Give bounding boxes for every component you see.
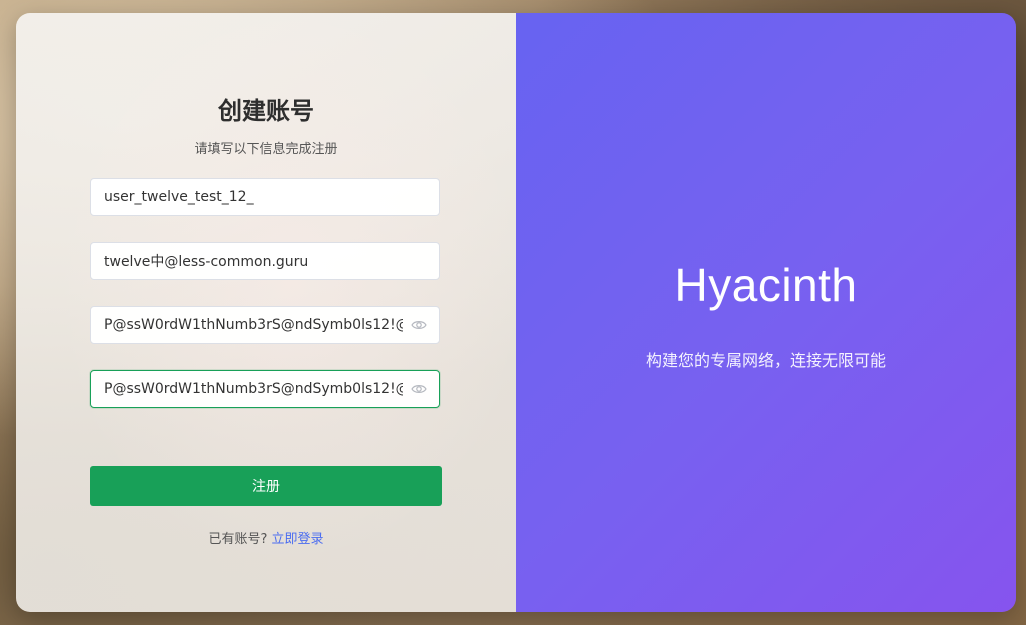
brand-name: Hyacinth — [674, 259, 858, 311]
confirm-password-field — [90, 370, 440, 408]
email-input[interactable] — [91, 243, 439, 279]
register-button[interactable]: 注册 — [90, 466, 442, 506]
password-input[interactable] — [91, 307, 439, 343]
form-subtitle: 请填写以下信息完成注册 — [194, 142, 338, 157]
register-form-panel: 创建账号 请填写以下信息完成注册 注册 已有账号? 立即登录 — [16, 13, 516, 612]
register-card: 创建账号 请填写以下信息完成注册 注册 已有账号? 立即登录 — [16, 13, 1016, 612]
login-link[interactable]: 立即登录 — [272, 532, 324, 547]
username-field — [90, 178, 440, 216]
form-title: 创建账号 — [218, 97, 314, 125]
have-account-text: 已有账号? — [208, 532, 268, 547]
confirm-password-input[interactable] — [91, 371, 439, 407]
login-prompt: 已有账号? 立即登录 — [16, 528, 516, 547]
eye-icon[interactable] — [411, 383, 427, 395]
email-field — [90, 242, 440, 280]
brand-panel: Hyacinth 构建您的专属网络，连接无限可能 — [516, 13, 1016, 612]
password-field — [90, 306, 440, 344]
username-input[interactable] — [91, 179, 439, 215]
eye-icon[interactable] — [411, 319, 427, 331]
brand-slogan: 构建您的专属网络，连接无限可能 — [645, 351, 886, 370]
